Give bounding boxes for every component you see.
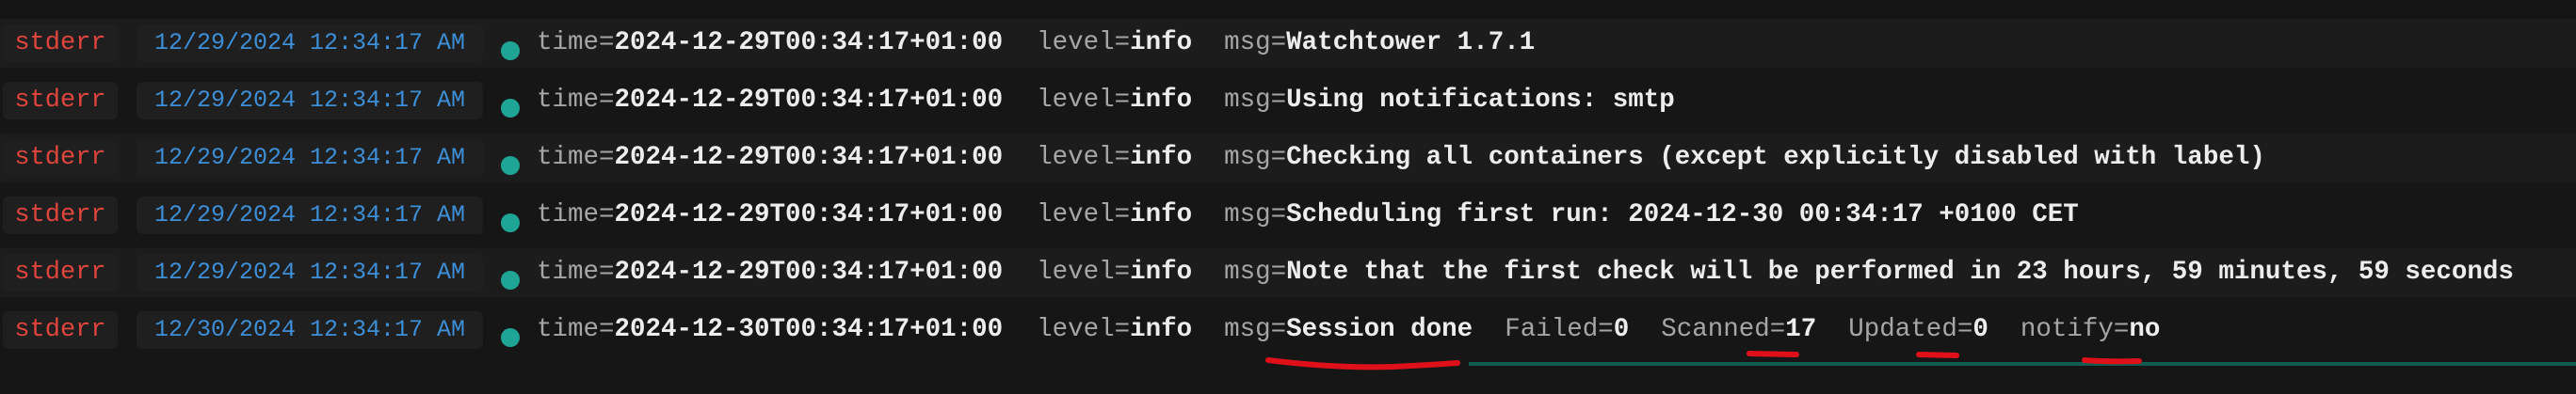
stream-badge: stderr (3, 139, 118, 177)
time-value: 2024-12-29T00:34:17+01:00 (614, 86, 1004, 115)
msg-value: Scheduling first run: 2024-12-30 00:34:1… (1286, 200, 2079, 229)
time-value: 2024-12-29T00:34:17+01:00 (614, 28, 1004, 57)
log-message: time=2024-12-29T00:34:17+01:00 level=info… (537, 134, 2265, 182)
status-dot-icon (501, 213, 520, 232)
msg-value: Checking all containers (except explicit… (1286, 143, 2265, 172)
level-value: info (1130, 28, 1193, 57)
level-value: info (1130, 258, 1193, 287)
time-key: time= (537, 86, 615, 115)
status-dot-icon (501, 328, 520, 347)
stream-badge: stderr (3, 254, 118, 292)
time-key: time= (537, 258, 615, 287)
notify-value: no (2129, 315, 2161, 344)
failed-value: 0 (1613, 315, 1630, 344)
msg-value: Using notifications: smtp (1286, 86, 1675, 115)
stream-badge: stderr (3, 311, 118, 349)
msg-value: Note that the first check will be perfor… (1286, 258, 2514, 287)
log-message: time=2024-12-30T00:34:17+01:00 level=info… (537, 306, 2160, 355)
status-dot-icon (501, 41, 520, 60)
log-row[interactable]: stderr 12/29/2024 12:34:17 AM time=2024-… (0, 134, 2576, 182)
msg-key: msg= (1224, 143, 1287, 172)
log-message: time=2024-12-29T00:34:17+01:00 level=info… (537, 248, 2514, 297)
level-key: level= (1037, 315, 1131, 344)
level-value: info (1130, 86, 1193, 115)
time-key: time= (537, 315, 615, 344)
level-key: level= (1037, 28, 1131, 57)
timestamp-badge: 12/29/2024 12:34:17 AM (137, 197, 483, 234)
msg-value: Watchtower 1.7.1 (1286, 28, 1536, 57)
time-value: 2024-12-29T00:34:17+01:00 (614, 143, 1004, 172)
time-value: 2024-12-29T00:34:17+01:00 (614, 200, 1004, 229)
status-dot-icon (501, 271, 520, 290)
stream-badge: stderr (3, 82, 118, 119)
timestamp-badge: 12/30/2024 12:34:17 AM (137, 311, 483, 349)
log-row[interactable]: stderr 12/29/2024 12:34:17 AM time=2024-… (0, 191, 2576, 240)
level-key: level= (1037, 143, 1131, 172)
stream-badge: stderr (3, 197, 118, 234)
timestamp-badge: 12/29/2024 12:34:17 AM (137, 24, 483, 62)
level-key: level= (1037, 200, 1131, 229)
timestamp-badge: 12/29/2024 12:34:17 AM (137, 139, 483, 177)
failed-key: Failed= (1505, 315, 1614, 344)
level-value: info (1130, 200, 1193, 229)
underline-session-done (1265, 357, 1460, 370)
scroll-progress-bar (1469, 362, 2576, 366)
time-value: 2024-12-30T00:34:17+01:00 (614, 315, 1004, 344)
msg-value: Session done (1286, 315, 1473, 344)
log-message: time=2024-12-29T00:34:17+01:00 level=info… (537, 191, 2079, 240)
status-dot-icon (501, 99, 520, 118)
timestamp-badge: 12/29/2024 12:34:17 AM (137, 254, 483, 292)
time-value: 2024-12-29T00:34:17+01:00 (614, 258, 1004, 287)
time-key: time= (537, 28, 615, 57)
timestamp-badge: 12/29/2024 12:34:17 AM (137, 82, 483, 119)
log-message: time=2024-12-29T00:34:17+01:00 level=info… (537, 19, 1535, 68)
log-row[interactable]: stderr 12/29/2024 12:34:17 AM time=2024-… (0, 19, 2576, 68)
log-row[interactable]: stderr 12/29/2024 12:34:17 AM time=2024-… (0, 76, 2576, 125)
log-row[interactable]: stderr 12/30/2024 12:34:17 AM time=2024-… (0, 306, 2576, 355)
msg-key: msg= (1224, 258, 1287, 287)
log-row[interactable]: stderr 12/29/2024 12:34:17 AM time=2024-… (0, 248, 2576, 297)
level-value: info (1130, 315, 1193, 344)
time-key: time= (537, 200, 615, 229)
level-key: level= (1037, 86, 1131, 115)
msg-key: msg= (1224, 315, 1287, 344)
scanned-value: 17 (1785, 315, 1817, 344)
log-top-strip (0, 0, 2576, 19)
time-key: time= (537, 143, 615, 172)
log-message: time=2024-12-29T00:34:17+01:00 level=info… (537, 76, 1675, 125)
msg-key: msg= (1224, 28, 1287, 57)
level-key: level= (1037, 258, 1131, 287)
stream-badge: stderr (3, 24, 118, 62)
msg-key: msg= (1224, 200, 1287, 229)
level-value: info (1130, 143, 1193, 172)
updated-key: Updated= (1848, 315, 1973, 344)
notify-key: notify= (2020, 315, 2130, 344)
status-dot-icon (501, 156, 520, 175)
scanned-key: Scanned= (1661, 315, 1786, 344)
msg-key: msg= (1224, 86, 1287, 115)
updated-value: 0 (1972, 315, 1988, 344)
